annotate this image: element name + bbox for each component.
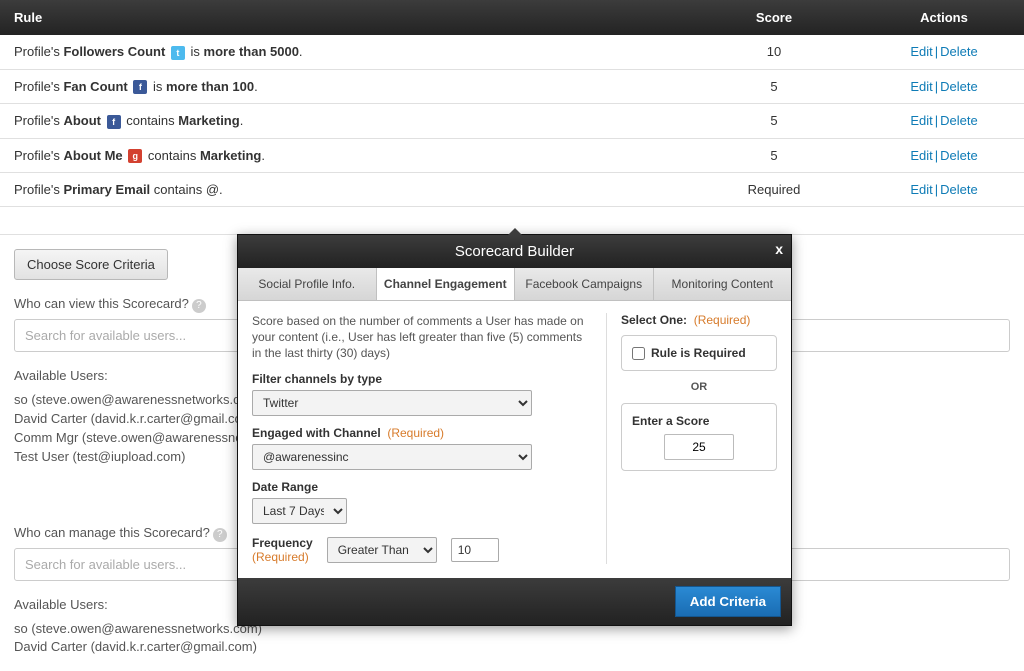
- modal-header: Scorecard Builder x: [238, 235, 791, 268]
- rule-required-label: Rule is Required: [651, 346, 746, 360]
- col-actions: Actions: [864, 0, 1024, 35]
- rule-required-box[interactable]: Rule is Required: [621, 335, 777, 371]
- modal-title: Scorecard Builder: [455, 243, 574, 260]
- modal-pointer: [508, 228, 522, 235]
- table-row: Profile's About Me g contains Marketing.…: [0, 138, 1024, 173]
- frequency-required: (Required): [252, 550, 313, 564]
- filter-channels-select[interactable]: Twitter: [252, 390, 532, 416]
- scorecard-builder-modal: Scorecard Builder x Social Profile Info.…: [237, 234, 792, 626]
- tab-facebook-campaigns[interactable]: Facebook Campaigns: [515, 268, 654, 300]
- filter-channels-label: Filter channels by type: [252, 372, 594, 386]
- rules-table: Rule Score Actions Profile's Followers C…: [0, 0, 1024, 235]
- add-criteria-button[interactable]: Add Criteria: [675, 586, 781, 617]
- enter-score-box: Enter a Score: [621, 403, 777, 471]
- table-row: Profile's Primary Email contains @.Requi…: [0, 173, 1024, 207]
- engaged-channel-label: Engaged with Channel (Required): [252, 426, 594, 440]
- rule-cell: Profile's Followers Count t is more than…: [0, 35, 684, 69]
- rule-cell: Profile's About f contains Marketing.: [0, 104, 684, 139]
- date-range-label: Date Range: [252, 480, 594, 494]
- tab-social-profile-info[interactable]: Social Profile Info.: [238, 268, 377, 300]
- rule-cell: Profile's Fan Count f is more than 100.: [0, 69, 684, 104]
- actions-cell: Edit|Delete: [864, 138, 1024, 173]
- actions-cell: Edit|Delete: [864, 35, 1024, 69]
- delete-link[interactable]: Delete: [940, 148, 978, 163]
- enter-score-label: Enter a Score: [632, 414, 766, 428]
- col-rule: Rule: [0, 0, 684, 35]
- list-item[interactable]: David Carter (david.k.r.carter@gmail.com…: [14, 638, 1010, 657]
- score-input[interactable]: [664, 434, 734, 460]
- rule-cell: Profile's Primary Email contains @.: [0, 173, 684, 207]
- help-icon[interactable]: ?: [192, 299, 206, 313]
- tab-monitoring-content[interactable]: Monitoring Content: [654, 268, 792, 300]
- col-score: Score: [684, 0, 864, 35]
- select-one-label: Select One: (Required): [621, 313, 777, 327]
- twitter-icon: t: [171, 46, 185, 60]
- close-icon[interactable]: x: [775, 241, 783, 257]
- tab-channel-engagement[interactable]: Channel Engagement: [377, 268, 516, 300]
- edit-link[interactable]: Edit: [910, 79, 932, 94]
- facebook-icon: f: [133, 80, 147, 94]
- rule-cell: Profile's About Me g contains Marketing.: [0, 138, 684, 173]
- choose-score-criteria-button[interactable]: Choose Score Criteria: [14, 249, 168, 280]
- score-cell: 5: [684, 138, 864, 173]
- score-cell: 5: [684, 69, 864, 104]
- table-row: Profile's Followers Count t is more than…: [0, 35, 1024, 69]
- edit-link[interactable]: Edit: [910, 148, 932, 163]
- modal-footer: Add Criteria: [238, 578, 791, 625]
- actions-cell: Edit|Delete: [864, 69, 1024, 104]
- tab-description: Score based on the number of comments a …: [252, 313, 594, 362]
- score-cell: 10: [684, 35, 864, 69]
- frequency-value-input[interactable]: [451, 538, 499, 562]
- edit-link[interactable]: Edit: [910, 182, 932, 197]
- date-range-select[interactable]: Last 7 Days: [252, 498, 347, 524]
- rule-required-checkbox[interactable]: [632, 347, 645, 360]
- delete-link[interactable]: Delete: [940, 79, 978, 94]
- or-separator: OR: [621, 381, 777, 393]
- help-icon[interactable]: ?: [213, 528, 227, 542]
- actions-cell: Edit|Delete: [864, 173, 1024, 207]
- modal-tabs: Social Profile Info.Channel EngagementFa…: [238, 268, 791, 301]
- delete-link[interactable]: Delete: [940, 182, 978, 197]
- engaged-channel-select[interactable]: @awarenessinc: [252, 444, 532, 470]
- googleplus-icon: g: [128, 149, 142, 163]
- edit-link[interactable]: Edit: [910, 113, 932, 128]
- score-cell: 5: [684, 104, 864, 139]
- delete-link[interactable]: Delete: [940, 113, 978, 128]
- actions-cell: Edit|Delete: [864, 104, 1024, 139]
- table-row: Profile's About f contains Marketing.5Ed…: [0, 104, 1024, 139]
- delete-link[interactable]: Delete: [940, 44, 978, 59]
- facebook-icon: f: [107, 115, 121, 129]
- score-cell: Required: [684, 173, 864, 207]
- table-row: Profile's Fan Count f is more than 100.5…: [0, 69, 1024, 104]
- frequency-label: Frequency: [252, 536, 313, 550]
- frequency-operator-select[interactable]: Greater Than: [327, 537, 437, 563]
- edit-link[interactable]: Edit: [910, 44, 932, 59]
